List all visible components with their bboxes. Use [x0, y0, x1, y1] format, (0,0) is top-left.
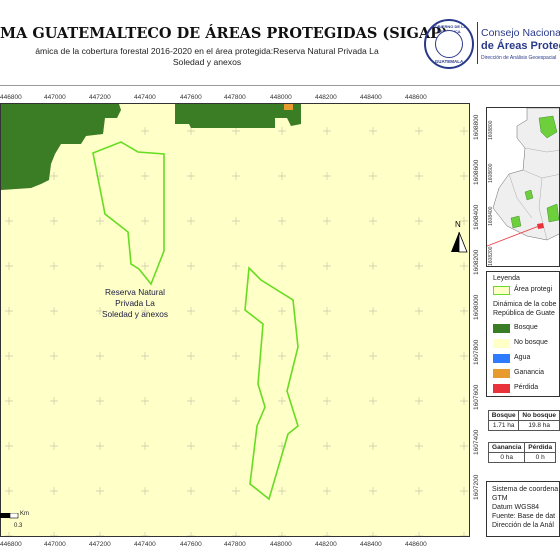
inset-y-tick-label: 1608200 — [488, 246, 494, 266]
x-tick-label: 447600 — [180, 541, 202, 548]
x-tick-label: 447400 — [134, 94, 156, 101]
stat-header-no-bosque: No bosque — [518, 410, 560, 421]
stat-header-bosque: Bosque — [487, 410, 520, 421]
x-tick-label: 447000 — [44, 94, 66, 101]
x-tick-label: 448200 — [315, 541, 337, 548]
stat-value-bosque: 1.71 ha — [487, 420, 520, 431]
legend-swatch — [493, 339, 510, 348]
area-swatch — [493, 286, 510, 295]
legend-label: Agua — [514, 354, 531, 361]
x-tick-label: 446800 — [0, 541, 22, 548]
x-tick-label: 448600 — [405, 94, 427, 101]
x-tick-label: 448200 — [315, 94, 337, 101]
legend-swatch — [493, 354, 510, 363]
stat-header-perdida: Pérdida — [524, 442, 556, 453]
info-line-2: GTM — [492, 495, 508, 502]
x-tick-label: 447400 — [134, 541, 156, 548]
legend-label: No bosque — [514, 339, 548, 346]
stats-table-cover: Bosque No bosque 1.71 ha 19.8 ha — [487, 410, 560, 431]
info-line-3: Datum WGS84 — [492, 504, 540, 511]
x-tick-label: 447200 — [89, 94, 111, 101]
legend-title: Leyenda — [493, 275, 520, 282]
legend: Leyenda Área protegi Dinámica de la cobe… — [486, 271, 560, 397]
inset-locator-map[interactable]: 1608800 1608600 1608400 1608200 — [486, 107, 560, 267]
map-subtitle: ámica de la cobertura forestal 2016-2020… — [2, 46, 412, 68]
protected-area-label: Reserva Natural Privada La Soledad y ane… — [91, 287, 179, 320]
stat-header-ganancia: Ganancia — [487, 442, 526, 453]
inset-y-tick-label: 1608400 — [488, 206, 494, 226]
map-header: MA GUATEMALTECO DE ÁREAS PROTEGIDAS (SIG… — [0, 0, 560, 86]
seal-emblem-icon — [435, 30, 463, 58]
x-tick-label: 446800 — [0, 94, 22, 101]
pa-label-line-2: Privada La — [115, 298, 155, 308]
stat-value-perdida: 0 h — [524, 452, 556, 463]
stats-table-change: Ganancia Pérdida 0 ha 0 h — [487, 442, 556, 463]
x-tick-label: 448400 — [360, 541, 382, 548]
scale-value: 0.3 — [14, 523, 23, 529]
info-line-5: Dirección de la Anál — [492, 522, 554, 529]
no-bosque-area — [1, 104, 469, 536]
legend-swatch — [493, 369, 510, 378]
x-tick-label: 447200 — [89, 541, 111, 548]
guatemala-seal-logo: GOBIERNO DE LA REPÚBLICA GUATEMALA — [424, 19, 474, 69]
map-canvas: N — [1, 104, 469, 536]
main-map[interactable]: N Reserva Natural Privada La Soledad y a… — [0, 103, 470, 537]
y-tick-label: 1607800 — [473, 339, 480, 365]
stat-value-no-bosque: 19.8 ha — [518, 420, 560, 431]
legend-subtitle-1: Dinámica de la cobe — [493, 301, 557, 308]
x-tick-label: 448000 — [270, 94, 292, 101]
scale-bar — [0, 513, 19, 519]
y-tick-label: 1608000 — [473, 294, 480, 320]
y-tick-label: 1607400 — [473, 429, 480, 455]
x-tick-label: 448600 — [405, 541, 427, 548]
inset-y-tick-label: 1608600 — [488, 163, 494, 183]
info-line-4: Fuente: Base de dat — [492, 513, 556, 520]
stat-value-ganancia: 0 ha — [487, 452, 526, 463]
y-tick-label: 1607600 — [473, 384, 480, 410]
legend-label: Bosque — [514, 324, 538, 331]
x-tick-label: 447600 — [180, 94, 202, 101]
pa-label-line-3: Soledad y anexos — [102, 309, 168, 319]
legend-subtitle-2: República de Guate — [493, 310, 555, 317]
map-title: MA GUATEMALTECO DE ÁREAS PROTEGIDAS (SIG… — [0, 25, 448, 42]
y-tick-label: 1607200 — [473, 474, 480, 500]
area-label: Área protegi — [514, 286, 553, 293]
y-tick-label: 1608600 — [473, 159, 480, 185]
conap-name-line-3: Dirección de Análisis Geoespacial — [481, 55, 557, 61]
x-tick-label: 447800 — [224, 541, 246, 548]
subtitle-line-1: ámica de la cobertura forestal 2016-2020… — [35, 46, 379, 56]
metadata-box: Sistema de coordena GTM Datum WGS84 Fuen… — [486, 481, 560, 537]
pa-label-line-1: Reserva Natural — [105, 287, 165, 297]
inset-canvas — [487, 108, 559, 266]
subtitle-line-2: Soledad y anexos — [172, 57, 242, 67]
seal-bottom-text: GUATEMALA — [434, 59, 464, 64]
info-line-1: Sistema de coordena — [492, 486, 559, 493]
logo-divider — [477, 22, 478, 64]
north-label: N — [455, 220, 461, 229]
scale-unit: Km — [20, 511, 29, 517]
legend-swatch — [493, 384, 510, 393]
x-tick-label: 448400 — [360, 94, 382, 101]
inset-y-tick-label: 1608800 — [488, 120, 494, 140]
ganancia-patch — [284, 104, 293, 110]
legend-label: Ganancia — [514, 369, 544, 376]
y-tick-label: 1608200 — [473, 249, 480, 275]
legend-swatch — [493, 324, 510, 333]
x-tick-label: 447000 — [44, 541, 66, 548]
x-tick-label: 448000 — [270, 541, 292, 548]
y-tick-label: 1608800 — [473, 114, 480, 140]
conap-name-line-2: de Áreas Protegidas — [481, 40, 560, 52]
x-tick-label: 447800 — [224, 94, 246, 101]
legend-label: Pérdida — [514, 384, 539, 391]
conap-name-line-1: Consejo Nacional — [481, 27, 560, 39]
y-tick-label: 1608400 — [473, 204, 480, 230]
